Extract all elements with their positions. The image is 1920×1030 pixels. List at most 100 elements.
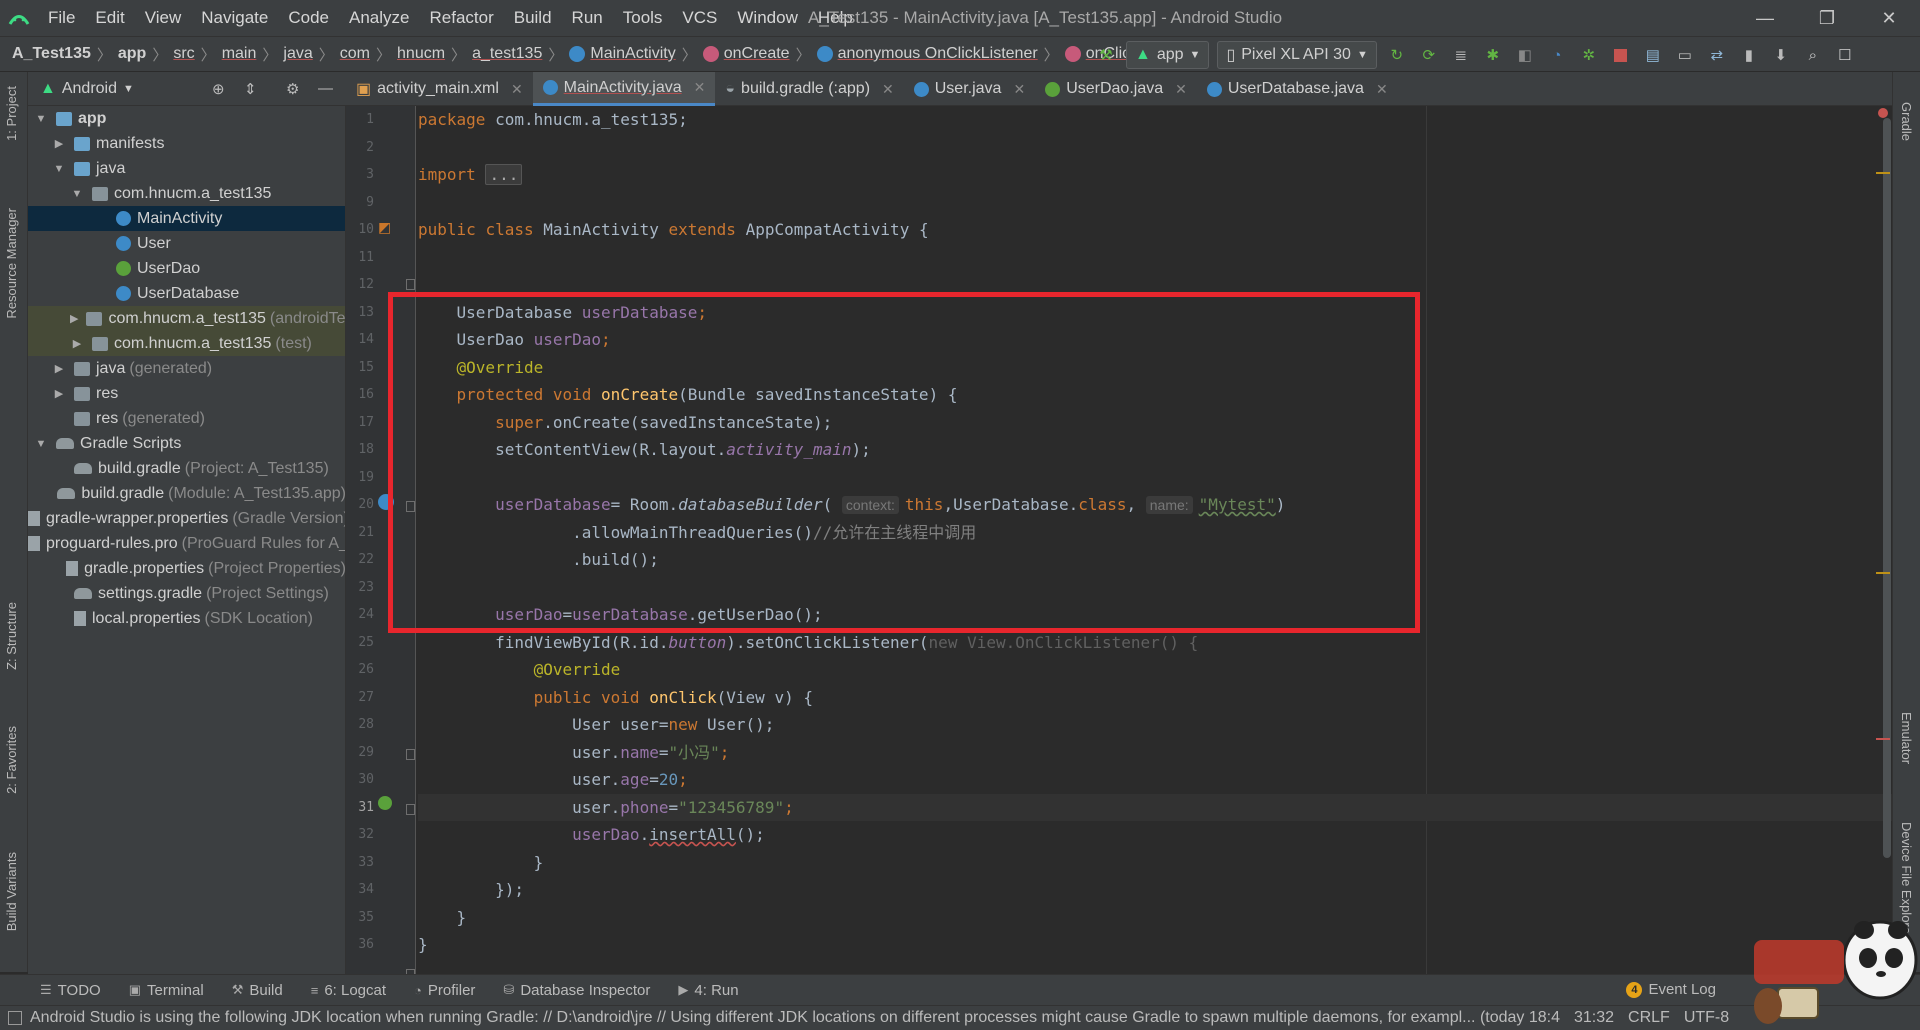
- tree-item-res-generated[interactable]: res (generated): [28, 406, 345, 431]
- tree-item-local-properties[interactable]: local.properties (SDK Location): [28, 606, 345, 631]
- breadcrumb-project[interactable]: A_Test135: [12, 45, 91, 63]
- tool-window-favorites[interactable]: 2: Favorites: [4, 726, 19, 794]
- sync-gradle-icon[interactable]: ⇄: [1705, 43, 1729, 67]
- debug-attach-icon[interactable]: ✲: [1577, 43, 1601, 67]
- warning-stripe[interactable]: [1876, 572, 1890, 574]
- breadcrumb-com[interactable]: com: [340, 45, 370, 63]
- hammer-icon[interactable]: ⚒: [1094, 43, 1118, 67]
- tool-window-structure[interactable]: Z: Structure: [4, 602, 19, 670]
- restore-icon[interactable]: ❐: [1796, 0, 1858, 36]
- tree-item-build-gradle-project[interactable]: build.gradle (Project: A_Test135): [28, 456, 345, 481]
- apply-changes-icon[interactable]: ⟳: [1417, 43, 1441, 67]
- tree-item-userdao[interactable]: UserDao: [28, 256, 345, 281]
- tool-window-build-variants[interactable]: Build Variants: [4, 852, 19, 931]
- tab-activity-main-xml[interactable]: ▣ activity_main.xml ✕: [346, 72, 533, 106]
- device-select[interactable]: ▯ Pixel XL API 30 ▼: [1217, 41, 1377, 69]
- debug-icon[interactable]: ✱: [1481, 43, 1505, 67]
- tree-item-app[interactable]: ▼ app: [28, 106, 345, 131]
- menu-refactor[interactable]: Refactor: [419, 0, 503, 36]
- tab-userdao-java[interactable]: UserDao.java ✕: [1035, 72, 1197, 106]
- minimize-icon[interactable]: —: [1734, 0, 1796, 36]
- project-structure-icon[interactable]: ▤: [1641, 43, 1665, 67]
- menu-vcs[interactable]: VCS: [672, 0, 727, 36]
- menu-edit[interactable]: Edit: [85, 0, 134, 36]
- scrollbar-thumb[interactable]: [1883, 118, 1891, 858]
- tree-item-gradle-properties[interactable]: gradle.properties (Project Properties): [28, 556, 345, 581]
- tab-build-gradle-app[interactable]: ◒ build.gradle (:app) ✕: [715, 72, 903, 106]
- tree-item-mainactivity[interactable]: MainActivity: [28, 206, 345, 231]
- tree-item-gradle-scripts[interactable]: ▼ Gradle Scripts: [28, 431, 345, 456]
- android-run-gutter-icon[interactable]: ◩: [378, 219, 398, 239]
- hide-icon[interactable]: —: [318, 80, 333, 97]
- tab-user-java[interactable]: User.java ✕: [904, 72, 1035, 106]
- tree-item-build-gradle-module[interactable]: build.gradle (Module: A_Test135.app): [28, 481, 345, 506]
- event-log-button[interactable]: 4 Event Log: [1626, 981, 1716, 998]
- tree-item-user[interactable]: User: [28, 231, 345, 256]
- close-tab-icon[interactable]: ✕: [882, 81, 894, 98]
- breadcrumb-method[interactable]: onCreate: [724, 45, 790, 63]
- tree-item-java-generated[interactable]: ▶ java (generated): [28, 356, 345, 381]
- menu-navigate[interactable]: Navigate: [191, 0, 278, 36]
- search-icon[interactable]: ⌕: [1801, 43, 1825, 67]
- run-config-select[interactable]: ▲ app ▼: [1126, 41, 1210, 69]
- tree-item-gradle-wrapper[interactable]: gradle-wrapper.properties (Gradle Version…: [28, 506, 345, 531]
- menu-tools[interactable]: Tools: [613, 0, 673, 36]
- toggle-tool-windows-icon[interactable]: [8, 1011, 22, 1025]
- breadcrumb-module[interactable]: app: [118, 45, 146, 63]
- error-indicator-icon[interactable]: [1878, 108, 1888, 118]
- rerun-icon[interactable]: ↻: [1385, 43, 1409, 67]
- fold-marker-icon[interactable]: [406, 749, 415, 760]
- fold-marker-icon[interactable]: [406, 804, 415, 815]
- tool-window-emulator[interactable]: Emulator: [1899, 712, 1914, 764]
- tab-mainactivity-java[interactable]: MainActivity.java ✕: [532, 72, 716, 106]
- tree-item-settings-gradle[interactable]: settings.gradle (Project Settings): [28, 581, 345, 606]
- collapse-all-icon[interactable]: ⇕: [244, 80, 257, 98]
- breadcrumb-main[interactable]: main: [222, 45, 257, 63]
- error-stripe[interactable]: [1876, 738, 1890, 740]
- attach-debugger-icon[interactable]: ◧: [1513, 43, 1537, 67]
- tree-item-package[interactable]: ▼ com.hnucm.a_test135: [28, 181, 345, 206]
- menu-code[interactable]: Code: [278, 0, 339, 36]
- tree-item-res[interactable]: ▶ res: [28, 381, 345, 406]
- breadcrumb-src[interactable]: src: [173, 45, 194, 63]
- menu-view[interactable]: View: [135, 0, 192, 36]
- tool-database-inspector[interactable]: ⛁ Database Inspector: [503, 982, 650, 999]
- status-message[interactable]: Android Studio is using the following JD…: [30, 1009, 1560, 1027]
- sdk-manager-icon[interactable]: ⬇: [1769, 43, 1793, 67]
- tool-todo[interactable]: ☰ TODO: [40, 982, 101, 999]
- tree-item-java[interactable]: ▼ java: [28, 156, 345, 181]
- gear-icon[interactable]: ⚙: [286, 80, 299, 98]
- breadcrumb-anonymous[interactable]: anonymous OnClickListener: [838, 45, 1038, 63]
- tool-run[interactable]: ▶ 4: Run: [678, 982, 738, 999]
- stop-icon[interactable]: [1609, 43, 1633, 67]
- caret-position[interactable]: 31:32: [1574, 1009, 1614, 1027]
- fold-marker-icon[interactable]: [406, 279, 415, 290]
- breadcrumb-class[interactable]: MainActivity: [590, 45, 675, 63]
- tool-window-resource-manager[interactable]: Resource Manager: [4, 208, 19, 319]
- menu-run[interactable]: Run: [562, 0, 613, 36]
- apply-code-changes-icon[interactable]: ≣: [1449, 43, 1473, 67]
- breadcrumb-java[interactable]: java: [283, 45, 312, 63]
- close-tab-icon[interactable]: ✕: [1013, 81, 1025, 98]
- profiler-icon[interactable]: ◔: [1545, 43, 1569, 67]
- close-icon[interactable]: ✕: [1858, 0, 1920, 36]
- menu-file[interactable]: File: [38, 0, 85, 36]
- tool-logcat[interactable]: ≡ 6: Logcat: [311, 982, 386, 999]
- warning-stripe[interactable]: [1876, 172, 1890, 174]
- tree-item-proguard[interactable]: proguard-rules.pro(ProGuard Rules for A_…: [28, 531, 345, 556]
- tree-item-userdatabase[interactable]: UserDatabase: [28, 281, 345, 306]
- implements-gutter-icon[interactable]: [378, 796, 392, 810]
- folded-imports[interactable]: ...: [485, 164, 523, 185]
- device-manager-icon[interactable]: ▮: [1737, 43, 1761, 67]
- account-icon[interactable]: ☐: [1833, 43, 1857, 67]
- tool-profiler[interactable]: ◔ Profiler: [414, 982, 475, 999]
- breadcrumb-hnucm[interactable]: hnucm: [397, 45, 445, 63]
- breadcrumb-package[interactable]: a_test135: [472, 45, 542, 63]
- tree-item-unit-test[interactable]: ▶ com.hnucm.a_test135 (test): [28, 331, 345, 356]
- close-tab-icon[interactable]: ✕: [1376, 81, 1388, 98]
- locate-icon[interactable]: ⊕: [212, 80, 225, 98]
- close-tab-icon[interactable]: ✕: [694, 79, 706, 96]
- tree-item-manifests[interactable]: ▶ manifests: [28, 131, 345, 156]
- menu-analyze[interactable]: Analyze: [339, 0, 419, 36]
- menu-window[interactable]: Window: [727, 0, 807, 36]
